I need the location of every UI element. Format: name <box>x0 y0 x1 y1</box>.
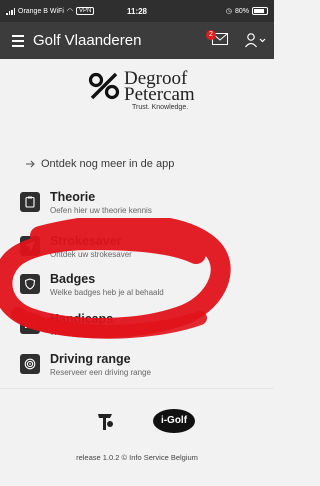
app-bar: Golf Vlaanderen 2 <box>0 22 274 59</box>
federation-logo-icon <box>98 414 113 430</box>
menu-item-theorie[interactable]: Theorie Oefen hier uw theorie kennis <box>20 190 260 220</box>
sponsor-logo: Degroof Petercam Trust. Knowledge. <box>88 68 208 116</box>
status-bar: Orange B WiFi ◠ VPN 11:28 ◷ 80% <box>0 0 274 22</box>
menu-item-driving-range[interactable]: Driving range Reserveer een driving rang… <box>20 352 260 382</box>
igolf-label: i-Golf <box>160 415 188 426</box>
menu-item-subtitle: Oefen hier uw theorie kennis <box>50 206 152 215</box>
menu-item-title: Handicaps <box>50 312 114 326</box>
menu-item-title: Driving range <box>50 352 131 366</box>
clipboard-icon <box>20 192 40 212</box>
percent-logo-icon <box>88 72 120 100</box>
menu-item-subtitle: Welke badges heb je al behaald <box>50 288 164 297</box>
discover-text: Ontdek nog meer in de app <box>41 158 175 170</box>
status-right: ◷ 80% <box>226 7 268 15</box>
notification-badge: 2 <box>206 30 216 40</box>
menu-item-title: Theorie <box>50 190 96 204</box>
user-menu-icon[interactable] <box>244 32 266 48</box>
menu-item-subtitle: Ontdek uw strokesaver <box>50 250 132 259</box>
logo-tagline: Trust. Knowledge. <box>132 104 189 111</box>
menu-item-subtitle: Wat is mijn handicap? <box>50 328 128 337</box>
menu-item-handicaps[interactable]: Handicaps Wat is mijn handicap? <box>20 312 260 342</box>
menu-item-title: Badges <box>50 272 96 286</box>
battery-icon <box>252 7 268 15</box>
tap-hand-icon <box>26 160 35 168</box>
menu-item-badges[interactable]: Badges Welke badges heb je al behaald <box>20 272 260 302</box>
menu-item-strokesaver[interactable]: Strokesaver Ontdek uw strokesaver <box>20 234 260 264</box>
hamburger-menu-icon[interactable] <box>12 35 24 50</box>
target-icon <box>20 354 40 374</box>
igolf-logo: i-Golf <box>152 408 196 434</box>
location-arrow-icon <box>20 236 40 256</box>
shield-icon <box>20 274 40 294</box>
logo-text-line2: Petercam <box>124 84 195 105</box>
discover-more-link[interactable]: Ontdek nog meer in de app <box>24 158 174 170</box>
list-icon <box>20 314 40 334</box>
alarm-icon: ◷ <box>225 8 232 15</box>
menu-item-subtitle: Reserveer een driving range <box>50 368 151 377</box>
battery-percent: 80% <box>234 7 249 15</box>
menu-item-title: Strokesaver <box>50 234 122 248</box>
release-info: release 1.0.2 © Info Service Belgium <box>76 453 198 462</box>
app-title: Golf Vlaanderen <box>33 32 142 49</box>
footer-divider <box>0 388 274 389</box>
